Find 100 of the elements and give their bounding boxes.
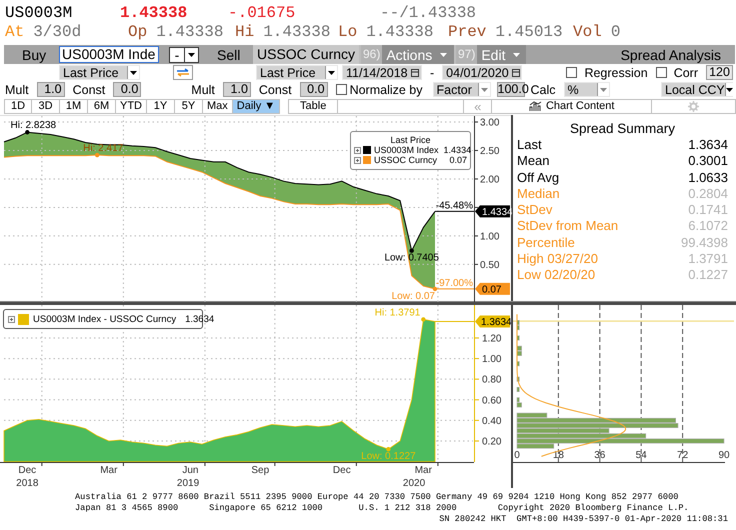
- footer-text: Japan 81 3 4565 8900 Singapore 65 6212 1000 U.S. 1 212 318 2000 Copyright 2020 Bloomberg Finance L.P.: [74, 503, 690, 514]
- checkbox[interactable]: [336, 84, 347, 95]
- caret-icon: [440, 52, 448, 56]
- caret-icon: [513, 52, 520, 56]
- high-marker: [25, 130, 30, 134]
- expand-icon[interactable]: [354, 146, 361, 154]
- table-button[interactable]: Table: [288, 99, 338, 114]
- histogram-bar: [516, 386, 520, 392]
- calendar-icon: [410, 68, 419, 77]
- chart-content-button[interactable]: Chart Content: [492, 99, 652, 114]
- dropdown-button[interactable]: [185, 46, 199, 62]
- axis-label: 18: [552, 450, 564, 461]
- field-dropdown[interactable]: Last Price: [256, 65, 338, 80]
- footer-text: Australia 61 2 9777 8600 Brazil 5511 2395 9000 Europe 44 20 7330 7500 Germany 49 69 9204 1210 Hong Kong 852 2977 6000: [74, 492, 680, 503]
- window-field[interactable]: 120: [706, 65, 733, 80]
- footer-text: SN 280242 HKT GMT+8:00 H439-5397-0 01-Apr-2020 11:08:31: [438, 514, 729, 525]
- buy-label: Buy: [21, 46, 48, 62]
- method-dropdown[interactable]: Factor: [432, 82, 490, 97]
- checkbox-label: Regression: [584, 66, 648, 80]
- bid-ask: --/1.43338: [380, 4, 476, 22]
- axis-label: 72: [677, 450, 688, 461]
- axis-label: 0.20: [482, 436, 502, 448]
- date-separator: -: [430, 66, 434, 80]
- stat-value: 1.3791: [688, 251, 728, 268]
- date-field[interactable]: 11/14/2018: [342, 65, 422, 80]
- legend-title: Last Price: [389, 135, 432, 145]
- high-marker: [95, 152, 100, 158]
- axis-label: 2020: [402, 478, 426, 488]
- stat-label: Last: [517, 137, 542, 154]
- axis-label: 0.80: [482, 374, 502, 386]
- period-tab[interactable]: Daily ▼: [232, 99, 280, 114]
- stat-label: High 03/27/20: [517, 251, 598, 268]
- checkbox-label: Corr: [674, 66, 698, 80]
- checkbox-label: Normalize by: [350, 82, 422, 96]
- price-tag: 0.07: [475, 282, 510, 296]
- stat-label: Low 02/20/20: [517, 267, 596, 284]
- stat-label: StDev from Mean: [517, 218, 618, 235]
- detail-value: 1.43338: [156, 22, 224, 40]
- change-label: -45.48%: [436, 200, 473, 212]
- period-tab[interactable]: 5Y: [175, 99, 203, 114]
- period-tab[interactable]: Max: [203, 99, 233, 114]
- series-name: US0003M Index - USSOC Curncy: [33, 314, 176, 324]
- swap-icon: [176, 68, 190, 77]
- stat-label: StDev: [517, 202, 552, 218]
- mult-label: Mult: [191, 82, 215, 96]
- high-marker: [421, 317, 426, 322]
- mult-field[interactable]: 1.0: [36, 82, 65, 97]
- currency-dropdown[interactable]: Local CCY: [661, 82, 733, 97]
- histogram-bar: [516, 361, 520, 366]
- calendar-icon: [512, 68, 520, 77]
- stat-value: 99.4398: [681, 234, 728, 252]
- swap-button[interactable]: [173, 65, 193, 80]
- checkbox[interactable]: [566, 67, 578, 78]
- stat-label: Median: [517, 186, 560, 202]
- calc-label: Calc: [530, 82, 556, 96]
- axis-label: 2.50: [480, 146, 500, 157]
- period-tab[interactable]: YTD: [116, 99, 147, 114]
- stat-value: 1.3634: [688, 137, 728, 154]
- detail-label: At: [5, 22, 24, 40]
- axis-label: 0.40: [482, 416, 502, 427]
- settings-icon: [688, 101, 700, 112]
- mult-label: Mult: [5, 82, 29, 96]
- high-label: Hi: 2.417: [83, 143, 124, 154]
- detail-value: 1.45013: [495, 22, 563, 40]
- axis-label: 36: [594, 450, 606, 461]
- stat-value: 6.1072: [688, 218, 728, 235]
- stat-value: 0.2804: [688, 186, 728, 202]
- summary-title: Spread Summary: [568, 121, 676, 136]
- expand-icon[interactable]: [8, 316, 15, 322]
- period-tab[interactable]: 6M: [88, 99, 116, 114]
- period-tab[interactable]: 1Y: [147, 99, 175, 114]
- series-value: 1.4334: [442, 145, 472, 155]
- const-field[interactable]: 0.0: [113, 82, 142, 97]
- detail-label: Vol: [573, 22, 602, 40]
- axis-label: 0: [514, 450, 520, 461]
- field-dropdown[interactable]: Last Price: [59, 65, 140, 80]
- calc-dropdown[interactable]: %: [564, 82, 610, 97]
- period-tab[interactable]: 3D: [32, 99, 60, 114]
- security-field[interactable]: US0003M Inde: [59, 46, 159, 63]
- change-label: -97.00%: [436, 278, 473, 289]
- detail-label: Op: [128, 22, 148, 40]
- caret-icon: [726, 88, 733, 92]
- const-field[interactable]: 0.0: [300, 82, 328, 97]
- date-field[interactable]: 04/01/2020: [442, 65, 522, 80]
- detail-label: Hi: [235, 22, 254, 40]
- detail-label: Prev: [448, 22, 486, 40]
- high-label: Hi: 1.3791: [374, 307, 420, 318]
- security-field[interactable]: USSOC Curncy: [253, 45, 359, 64]
- period-tab[interactable]: 1D: [4, 99, 32, 114]
- period-tab[interactable]: 1M: [60, 99, 88, 114]
- sign-field[interactable]: -: [169, 46, 185, 62]
- stat-value: 1.0633: [688, 170, 728, 186]
- stat-value: 0.3001: [688, 153, 728, 170]
- mult-field[interactable]: 1.0: [222, 82, 251, 97]
- axis-label: 2018: [16, 478, 38, 488]
- detail-value: 0: [610, 22, 620, 40]
- price-change: -.01675: [228, 4, 296, 22]
- axis-label: Mar: [100, 465, 118, 476]
- expand-icon[interactable]: [354, 156, 361, 164]
- checkbox[interactable]: [656, 67, 667, 78]
